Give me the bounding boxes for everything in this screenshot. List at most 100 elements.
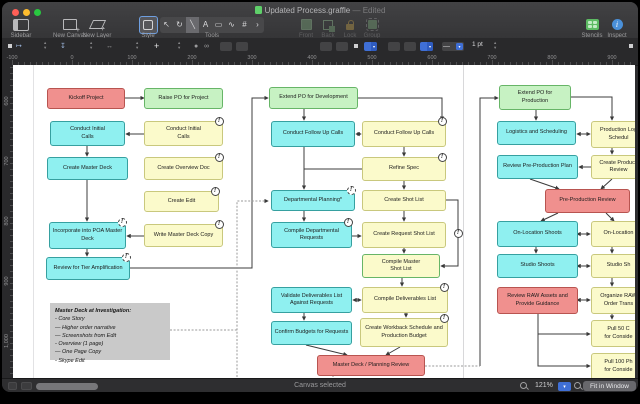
- flip-vertical-button[interactable]: [336, 42, 348, 51]
- align-button[interactable]: [220, 42, 232, 51]
- flow-node-create-workback-schedule[interactable]: Create Workback Schedule and Production …: [360, 318, 448, 347]
- flow-node-create-request-shot-list[interactable]: Create Request Shot List: [362, 222, 446, 248]
- origin-crosshair-icon[interactable]: +: [154, 41, 159, 51]
- shape-tool-icon[interactable]: ▭: [212, 17, 225, 33]
- fill-color-well[interactable]: ▾: [364, 42, 377, 51]
- flow-node-review-pre-production-plan[interactable]: Review Pre-Production Plan: [497, 155, 578, 179]
- note-line: - Overview (1 page): [55, 341, 104, 347]
- flow-node-refine-spec[interactable]: Refine Spec: [362, 157, 446, 181]
- connector: [537, 334, 591, 369]
- flow-node-review-raw-assets[interactable]: Review RAW Assets and Provide Guidance: [497, 287, 578, 314]
- grid-tool-icon[interactable]: #: [238, 17, 251, 33]
- flow-node-master-deck-planning-review[interactable]: Master Deck / Planning Review: [317, 355, 425, 376]
- format-bar-end-handle[interactable]: [629, 44, 633, 48]
- sidebar-toggle-mini[interactable]: [8, 382, 17, 390]
- flow-node-incorporate-into-poa-master-deck[interactable]: Incorporate into POA Master Deck: [49, 222, 126, 249]
- flow-node-confirm-budgets-for-requests[interactable]: Confirm Budgets for Requests: [271, 321, 352, 345]
- flow-node-extend-po-for-development[interactable]: Extend PO for Development: [269, 87, 358, 109]
- zoom-out-icon[interactable]: [520, 382, 528, 390]
- flow-node-pre-production-review[interactable]: Pre-Production Review: [545, 189, 630, 213]
- line-style-select[interactable]: — ▾: [442, 42, 464, 51]
- more-tools-icon[interactable]: ›: [251, 17, 264, 33]
- warning-badge: !: [437, 152, 447, 162]
- new-layer-button[interactable]: New Layer: [80, 17, 114, 39]
- y-position-stepper[interactable]: ▴ ▾: [90, 40, 92, 51]
- canvas[interactable]: Master Deck at Investigation: - Core Sto…: [13, 65, 635, 378]
- image-well[interactable]: [404, 42, 416, 51]
- warning-badge: !: [210, 186, 220, 196]
- flow-node-raise-po-for-project[interactable]: Raise PO for Project: [144, 88, 223, 109]
- stroke-width-field[interactable]: 1 pt: [472, 41, 483, 48]
- inspect-button[interactable]: i Inspect: [602, 17, 632, 39]
- flow-node-create-edit[interactable]: Create Edit: [144, 191, 219, 212]
- flow-node-validate-deliverables-list[interactable]: Validate Deliverables List Against Reque…: [271, 287, 352, 313]
- flow-node-studio-doc[interactable]: Studio Sh: [591, 254, 635, 278]
- format-bar-handle[interactable]: [8, 44, 12, 48]
- x-position-field[interactable]: ↦: [16, 41, 22, 51]
- flow-node-conduct-follow-up-calls[interactable]: Conduct Follow Up Calls: [271, 121, 355, 147]
- selection-tool-icon[interactable]: ↖: [160, 17, 173, 33]
- note-box[interactable]: Master Deck at Investigation: - Core Sto…: [50, 303, 170, 364]
- flow-node-conduct-initial-calls[interactable]: Conduct Initial Calls: [50, 121, 125, 146]
- warning-badge: !: [346, 185, 356, 195]
- link-icon[interactable]: ∞: [204, 41, 209, 51]
- flow-node-extend-po-for-production[interactable]: Extend PO for Production: [499, 85, 571, 110]
- flow-node-on-location-doc[interactable]: On-Location: [591, 221, 635, 247]
- flow-node-pull-50[interactable]: Pull 50 C for Conside: [591, 320, 635, 347]
- flow-node-conduct-follow-up-calls-doc[interactable]: Conduct Follow Up Calls: [362, 121, 446, 147]
- flow-node-kickoff-project[interactable]: Kickoff Project: [47, 88, 125, 109]
- zoom-level-value[interactable]: 121%: [535, 382, 553, 389]
- flow-node-compile-master-shot-list[interactable]: Compile Master Shot List: [362, 254, 440, 278]
- connection-point-icon[interactable]: ●: [194, 41, 198, 51]
- fit-in-window-button[interactable]: Fit in Window: [583, 381, 636, 391]
- flow-node-pull-100[interactable]: Pull 100 Ph for Conside: [591, 353, 635, 378]
- fill-color-dropdown-icon[interactable]: ▾: [371, 42, 377, 51]
- sidebar-button[interactable]: Sidebar: [6, 17, 36, 39]
- flow-node-write-master-deck-copy[interactable]: Write Master Deck Copy: [144, 224, 223, 247]
- curve-tool-icon[interactable]: ∿: [225, 17, 238, 33]
- warning-badge: !: [439, 282, 449, 292]
- canvas-nav-button[interactable]: [21, 382, 32, 390]
- flow-node-review-for-tier-amplification[interactable]: Review for Tier Amplification: [46, 257, 130, 280]
- note-line: - Skype Edit: [55, 357, 85, 364]
- stroke-color-dropdown-icon[interactable]: ▾: [427, 42, 433, 51]
- flow-node-organize-raw[interactable]: Organize RAW Order Trans: [591, 287, 635, 314]
- origin-stepper[interactable]: ▴ ▾: [178, 40, 180, 51]
- x-position-stepper[interactable]: ▴ ▾: [44, 40, 46, 51]
- group-button[interactable]: Group: [359, 17, 385, 39]
- stroke-color-well[interactable]: ▾: [420, 42, 433, 51]
- flow-node-production-logistics-schedule[interactable]: Production Log Schedul: [591, 121, 635, 148]
- flow-node-conduct-initial-calls-doc[interactable]: Conduct Initial Calls: [144, 121, 223, 146]
- flow-node-compile-departmental-requests[interactable]: Compile Departmental Requests: [271, 222, 352, 248]
- flip-horizontal-button[interactable]: [320, 42, 332, 51]
- distribute-button[interactable]: [236, 42, 248, 51]
- stroke-width-stepper[interactable]: ▴ ▾: [494, 40, 496, 51]
- flow-node-on-location-shoots[interactable]: On-Location Shoots: [497, 221, 578, 247]
- flow-node-studio-shoots[interactable]: Studio Shoots: [497, 254, 578, 278]
- note-title: Master Deck at Investigation:: [55, 308, 132, 314]
- flow-node-create-overview-doc[interactable]: Create Overview Doc: [144, 157, 223, 180]
- width-field[interactable]: ↔: [106, 41, 113, 51]
- flow-node-create-production-review[interactable]: Create Producti Review: [591, 155, 635, 179]
- bring-to-front-icon: [300, 19, 312, 30]
- connector: [529, 178, 560, 190]
- flow-node-create-shot-list[interactable]: Create Shot List: [362, 190, 446, 211]
- flow-node-departmental-planning[interactable]: Departmental Planning*: [271, 190, 355, 211]
- line-tool-icon[interactable]: ╲: [186, 16, 199, 33]
- warning-badge: !: [214, 219, 224, 229]
- shape-rotate-tool-icon[interactable]: ↻: [173, 17, 186, 33]
- fill-swatch-mini: [354, 44, 358, 48]
- flow-node-logistics-and-scheduling[interactable]: Logistics and Scheduling: [497, 121, 576, 145]
- zoom-dropdown-button[interactable]: ▾: [558, 382, 571, 391]
- y-position-field[interactable]: ↧: [60, 41, 66, 51]
- flow-node-compile-deliverables-list[interactable]: Compile Deliverables List: [362, 287, 448, 313]
- send-to-back-icon: [323, 19, 335, 32]
- connector: [385, 346, 401, 356]
- width-stepper[interactable]: ▴ ▾: [136, 40, 138, 51]
- flow-node-create-master-deck[interactable]: Create Master Deck: [47, 157, 128, 180]
- text-tool-icon[interactable]: A: [199, 17, 212, 33]
- zoom-in-icon[interactable]: [574, 382, 582, 390]
- h-scrollbar-thumb[interactable]: [36, 383, 98, 390]
- shadow-color-well[interactable]: [388, 42, 400, 51]
- new-layer-icon: [88, 20, 106, 29]
